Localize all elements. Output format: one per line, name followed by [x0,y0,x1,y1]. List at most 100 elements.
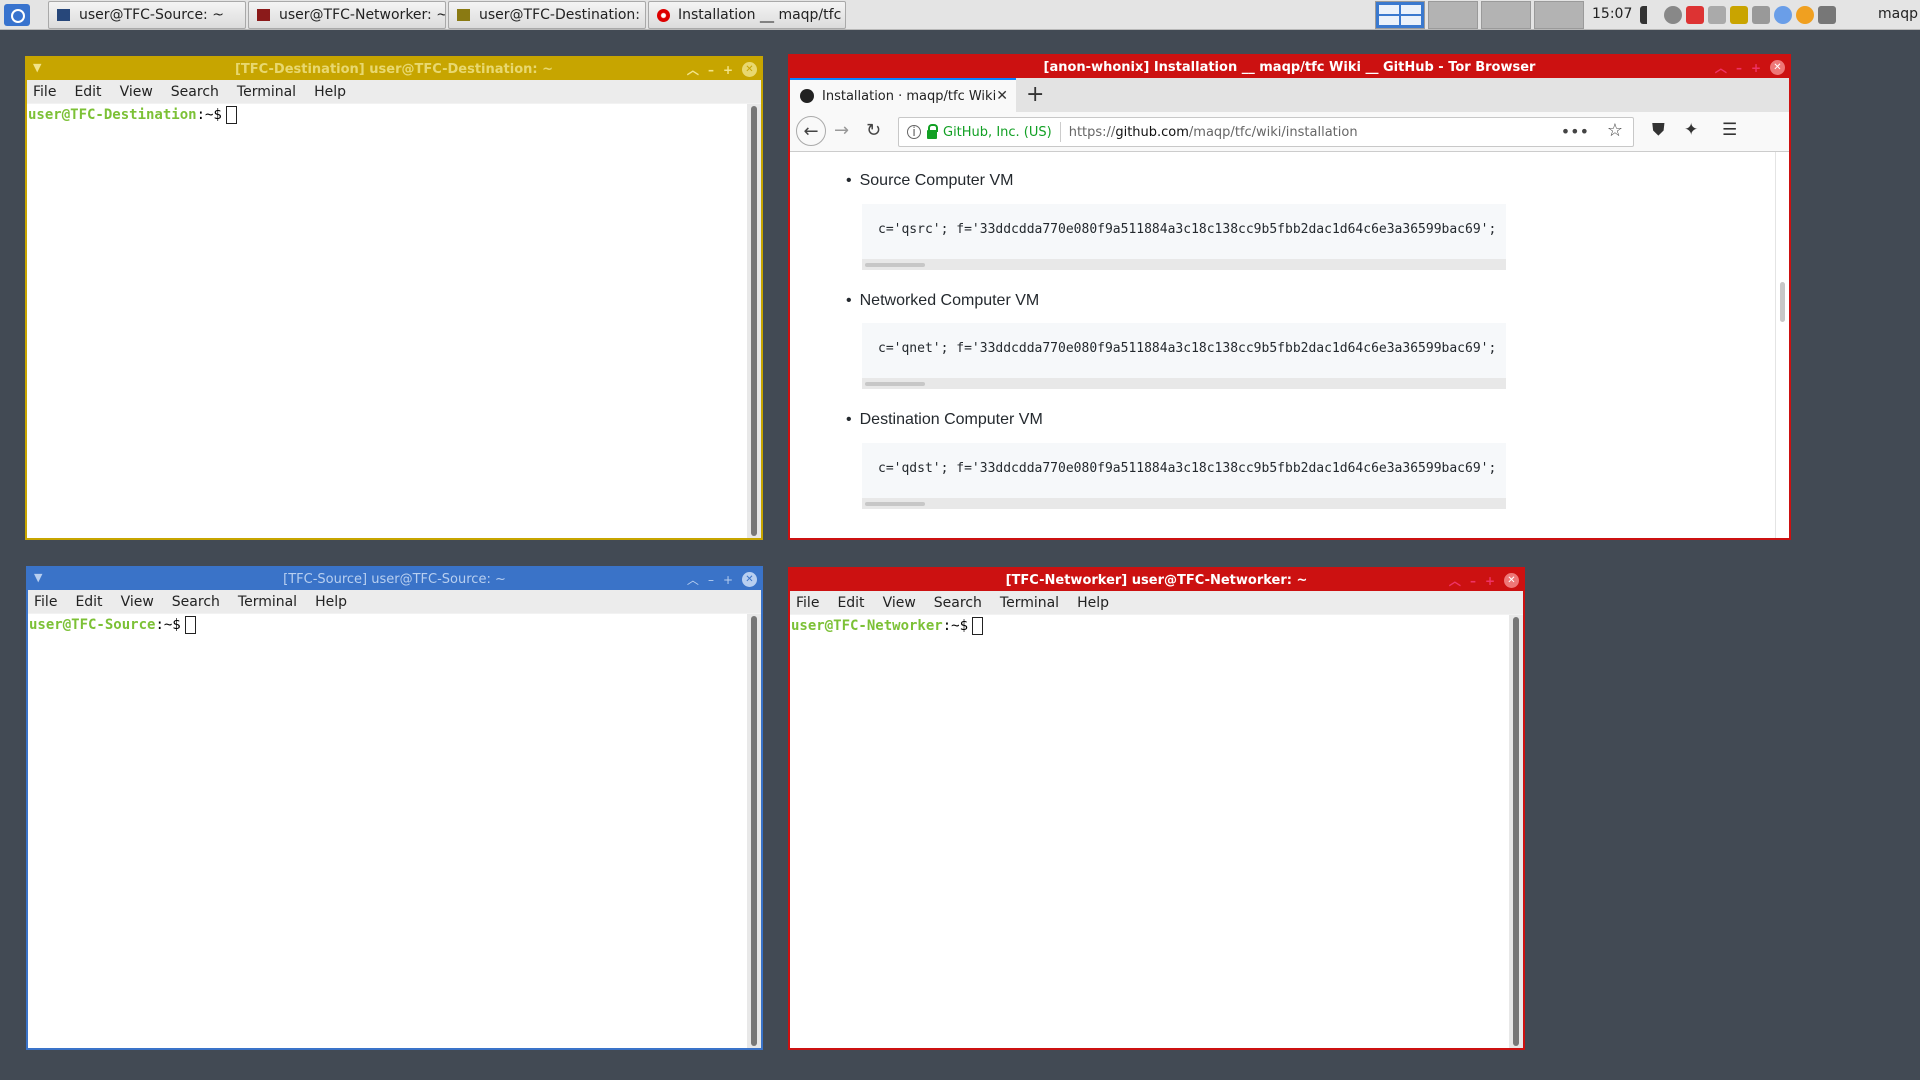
terminal-scrollbar[interactable] [747,614,761,1048]
close-icon[interactable]: ✕ [742,572,757,587]
workspace-3[interactable] [1481,1,1531,29]
window-tfc-destination: ▼ [TFC-Destination] user@TFC-Destination… [25,56,763,540]
menu-help[interactable]: Help [1077,595,1109,611]
terminal-area[interactable]: user@TFC-Source:~$ [28,614,747,1048]
code-horizontal-scrollbar[interactable] [862,498,1506,509]
menu-edit[interactable]: Edit [74,84,101,100]
terminal-scrollbar[interactable] [1509,615,1523,1048]
back-arrow-icon[interactable]: ← [796,116,826,146]
forward-arrow-icon[interactable]: → [834,120,849,141]
page-actions-icon[interactable]: ••• [1561,122,1589,141]
menu-file[interactable]: File [33,84,56,100]
qubes-menu-icon[interactable] [4,4,30,26]
pin-icon[interactable]: ▼ [33,61,41,74]
code-block[interactable]: c='qdst'; f='33ddcdda770e080f9a511884a3c… [862,443,1506,509]
menu-search[interactable]: Search [171,84,219,100]
clipboard-icon[interactable] [1730,6,1748,24]
shade-icon[interactable]: ︿ [1449,572,1461,589]
prompt-user: user@TFC-Destination [28,107,197,123]
hamburger-menu-icon[interactable]: ☰ [1722,120,1737,140]
minimize-icon[interactable]: – [1470,574,1476,588]
menu-terminal[interactable]: Terminal [237,84,296,100]
close-tab-icon[interactable]: ✕ [996,88,1008,104]
info-icon[interactable]: i [907,125,921,139]
menu-help[interactable]: Help [314,84,346,100]
terminal-area[interactable]: user@TFC-Destination:~$ [27,104,747,538]
network-icon[interactable] [1664,6,1682,24]
window-tor-browser: [anon-whonix] Installation __ maqp/tfc W… [788,54,1791,540]
task-networker-terminal[interactable]: user@TFC-Networker: ~ [248,1,446,29]
task-tor-browser[interactable]: Installation __ maqp/tfc ... [648,1,846,29]
volume-icon[interactable] [1640,6,1658,24]
url-bar[interactable]: i GitHub, Inc. (US) https://github.com/m… [898,117,1634,147]
terminal-area[interactable]: user@TFC-Networker:~$ [790,615,1509,1048]
new-identity-icon[interactable]: ✦ [1684,120,1698,140]
user-name[interactable]: maqp [1878,6,1918,22]
menu-file[interactable]: File [34,594,57,610]
shade-icon[interactable]: ︿ [687,571,699,588]
minimize-icon[interactable]: – [708,63,714,77]
code-block[interactable]: c='qnet'; f='33ddcdda770e080f9a511884a3c… [862,323,1506,389]
power-icon[interactable] [1818,6,1836,24]
reload-icon[interactable]: ↻ [866,120,881,141]
window-titlebar[interactable]: ▼ [TFC-Source] user@TFC-Source: ~ ︿ – + … [28,568,761,590]
menu-view[interactable]: View [883,595,916,611]
minimize-icon[interactable]: – [1736,61,1742,75]
security-shield-icon[interactable]: ⛊ [1652,120,1665,140]
minimize-icon[interactable]: – [708,573,714,587]
clock[interactable]: 15:07 [1592,6,1632,22]
window-titlebar[interactable]: [anon-whonix] Installation __ maqp/tfc W… [790,56,1789,78]
workspace-1[interactable] [1375,1,1425,29]
shade-icon[interactable]: ︿ [1715,59,1727,76]
menu-help[interactable]: Help [315,594,347,610]
pin-icon[interactable]: ▼ [34,571,42,584]
url-text[interactable]: https://github.com/maqp/tfc/wiki/install… [1069,125,1358,140]
window-titlebar[interactable]: ▼ [TFC-Destination] user@TFC-Destination… [27,58,761,80]
tab-strip: Installation · maqp/tfc Wiki ✕ + [790,78,1789,112]
code-text: c='qdst'; f='33ddcdda770e080f9a511884a3c… [878,461,1497,476]
site-identity[interactable]: GitHub, Inc. (US) [943,125,1052,140]
new-tab-icon[interactable]: + [1026,82,1044,107]
lock-icon [927,123,938,139]
shade-icon[interactable]: ︿ [687,61,699,78]
updates-icon[interactable] [1774,6,1792,24]
prompt-user: user@TFC-Source [29,617,156,633]
qube-domains-icon[interactable] [1686,6,1704,24]
menu-edit[interactable]: Edit [75,594,102,610]
terminal-scrollbar[interactable] [747,104,761,538]
prompt-user: user@TFC-Networker [791,618,943,634]
code-horizontal-scrollbar[interactable] [862,378,1506,389]
maximize-icon[interactable]: + [1751,61,1761,75]
settings-gear-icon[interactable] [1796,6,1814,24]
maximize-icon[interactable]: + [1485,574,1495,588]
disk-icon[interactable] [1752,6,1770,24]
menu-terminal[interactable]: Terminal [1000,595,1059,611]
menu-view[interactable]: View [120,84,153,100]
devices-icon[interactable] [1708,6,1726,24]
menu-view[interactable]: View [121,594,154,610]
task-source-terminal[interactable]: user@TFC-Source: ~ [48,1,246,29]
page-scrollbar[interactable] [1775,152,1789,538]
window-titlebar[interactable]: [TFC-Networker] user@TFC-Networker: ~ ︿ … [790,569,1523,591]
maximize-icon[interactable]: + [723,573,733,587]
close-icon[interactable]: ✕ [742,62,757,77]
window-tfc-source: ▼ [TFC-Source] user@TFC-Source: ~ ︿ – + … [26,566,763,1050]
workspace-4[interactable] [1534,1,1584,29]
menu-file[interactable]: File [796,595,819,611]
code-block[interactable]: c='qsrc'; f='33ddcdda770e080f9a511884a3c… [862,204,1506,270]
menu-search[interactable]: Search [934,595,982,611]
maximize-icon[interactable]: + [723,63,733,77]
close-icon[interactable]: ✕ [1770,60,1785,75]
bookmark-star-icon[interactable]: ☆ [1607,120,1623,141]
menu-terminal[interactable]: Terminal [238,594,297,610]
workspace-2[interactable] [1428,1,1478,29]
close-icon[interactable]: ✕ [1504,573,1519,588]
terminal-icon [457,9,470,21]
menu-search[interactable]: Search [172,594,220,610]
prompt-suffix: :~$ [196,107,222,123]
menu-edit[interactable]: Edit [837,595,864,611]
task-destination-terminal[interactable]: user@TFC-Destination: ~ [448,1,646,29]
code-horizontal-scrollbar[interactable] [862,259,1506,270]
tab-installation[interactable]: Installation · maqp/tfc Wiki ✕ [790,78,1016,112]
task-label: user@TFC-Networker: ~ [279,7,446,23]
